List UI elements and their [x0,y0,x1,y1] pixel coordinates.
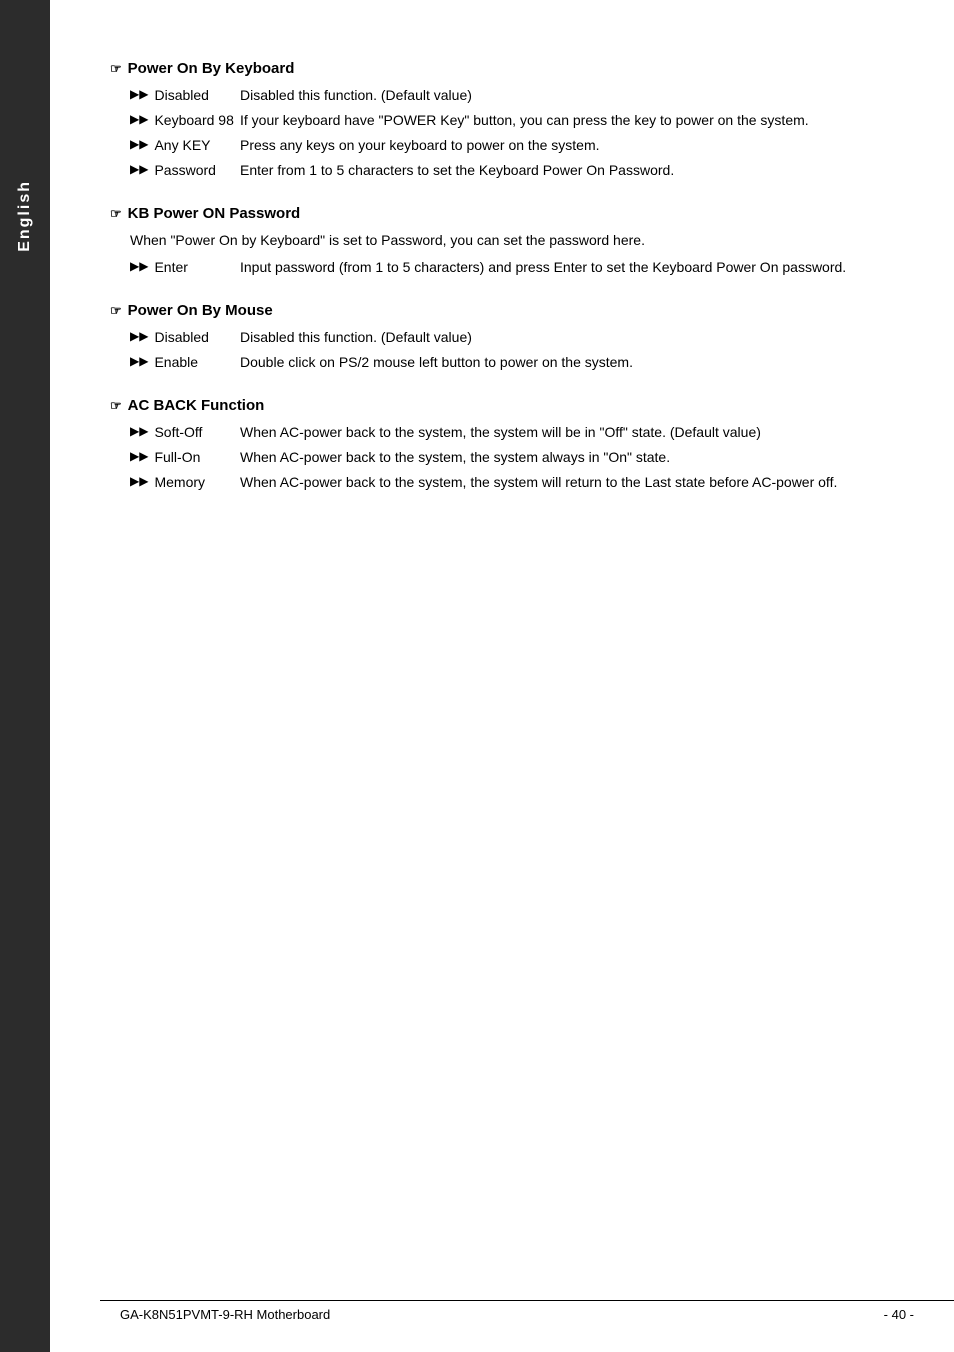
section-title-text-3: Power On By Mouse [128,302,273,319]
item-row: ▶▶ Disabled Disabled this function. (Def… [130,327,894,348]
item-key: ▶▶ Disabled [130,85,240,106]
section-title-text-2: KB Power ON Password [128,205,301,222]
section-icon-1: ☞ [110,61,122,77]
arrow-icon: ▶▶ [130,447,148,465]
item-row: ▶▶ Enable Double click on PS/2 mouse lef… [130,352,894,373]
item-row: ▶▶ Password Enter from 1 to 5 characters… [130,160,894,181]
arrow-icon: ▶▶ [130,160,148,178]
key-label: Soft-Off [154,422,202,443]
item-key: ▶▶ Memory [130,472,240,493]
item-value: Disabled this function. (Default value) [240,327,894,348]
key-label: Enter [154,257,187,278]
item-row: ▶▶ Soft-Off When AC-power back to the sy… [130,422,894,443]
section-title-power-on-by-keyboard: ☞ Power On By Keyboard [110,60,894,77]
item-row: ▶▶ Memory When AC-power back to the syst… [130,472,894,493]
item-key: ▶▶ Soft-Off [130,422,240,443]
key-label: Memory [154,472,205,493]
arrow-icon: ▶▶ [130,110,148,128]
item-key: ▶▶ Enter [130,257,240,278]
item-key: ▶▶ Password [130,160,240,181]
item-row: ▶▶ Enter Input password (from 1 to 5 cha… [130,257,894,278]
item-list-2: ▶▶ Enter Input password (from 1 to 5 cha… [130,257,894,278]
main-content: ☞ Power On By Keyboard ▶▶ Disabled Disab… [50,0,954,1352]
item-row: ▶▶ Any KEY Press any keys on your keyboa… [130,135,894,156]
item-value: Enter from 1 to 5 characters to set the … [240,160,894,181]
item-row: ▶▶ Keyboard 98 If your keyboard have "PO… [130,110,894,131]
arrow-icon: ▶▶ [130,472,148,490]
arrow-icon: ▶▶ [130,422,148,440]
item-list-4: ▶▶ Soft-Off When AC-power back to the sy… [130,422,894,493]
page-container: English ☞ Power On By Keyboard ▶▶ Disabl… [0,0,954,1352]
section-title-ac-back-function: ☞ AC BACK Function [110,397,894,414]
item-value: Disabled this function. (Default value) [240,85,894,106]
arrow-icon: ▶▶ [130,257,148,275]
item-value: When AC-power back to the system, the sy… [240,422,894,443]
footer-left-text: GA-K8N51PVMT-9-RH Motherboard [120,1307,330,1322]
item-key: ▶▶ Any KEY [130,135,240,156]
section-icon-2: ☞ [110,206,122,222]
footer-right-text: - 40 - [884,1307,914,1322]
item-key: ▶▶ Full-On [130,447,240,468]
arrow-icon: ▶▶ [130,327,148,345]
footer: GA-K8N51PVMT-9-RH Motherboard - 40 - [100,1300,954,1322]
item-value: Press any keys on your keyboard to power… [240,135,894,156]
item-value: Double click on PS/2 mouse left button t… [240,352,894,373]
section-power-on-by-mouse: ☞ Power On By Mouse ▶▶ Disabled Disabled… [110,302,894,373]
section-title-text-4: AC BACK Function [128,397,265,414]
sidebar-label: English [16,180,34,252]
arrow-icon: ▶▶ [130,135,148,153]
sidebar: English [0,0,50,1352]
item-row: ▶▶ Full-On When AC-power back to the sys… [130,447,894,468]
section-icon-4: ☞ [110,398,122,414]
key-label: Any KEY [154,135,210,156]
section-icon-3: ☞ [110,303,122,319]
item-row: ▶▶ Disabled Disabled this function. (Def… [130,85,894,106]
item-value: When AC-power back to the system, the sy… [240,472,894,493]
section-title-kb-power-on-password: ☞ KB Power ON Password [110,205,894,222]
sub-note-2: When "Power On by Keyboard" is set to Pa… [130,230,894,251]
key-label: Disabled [154,327,208,348]
item-list-1: ▶▶ Disabled Disabled this function. (Def… [130,85,894,181]
key-label: Full-On [154,447,200,468]
key-label: Disabled [154,85,208,106]
key-label: Password [154,160,215,181]
key-label: Enable [154,352,198,373]
item-key: ▶▶ Keyboard 98 [130,110,240,131]
section-title-text-1: Power On By Keyboard [128,60,295,77]
arrow-icon: ▶▶ [130,352,148,370]
item-key: ▶▶ Disabled [130,327,240,348]
section-kb-power-on-password: ☞ KB Power ON Password When "Power On by… [110,205,894,278]
section-power-on-by-keyboard: ☞ Power On By Keyboard ▶▶ Disabled Disab… [110,60,894,181]
section-ac-back-function: ☞ AC BACK Function ▶▶ Soft-Off When AC-p… [110,397,894,493]
arrow-icon: ▶▶ [130,85,148,103]
key-label: Keyboard 98 [154,110,233,131]
item-key: ▶▶ Enable [130,352,240,373]
item-value: When AC-power back to the system, the sy… [240,447,894,468]
item-value: Input password (from 1 to 5 characters) … [240,257,894,278]
item-list-3: ▶▶ Disabled Disabled this function. (Def… [130,327,894,373]
section-title-power-on-by-mouse: ☞ Power On By Mouse [110,302,894,319]
item-value: If your keyboard have "POWER Key" button… [240,110,894,131]
